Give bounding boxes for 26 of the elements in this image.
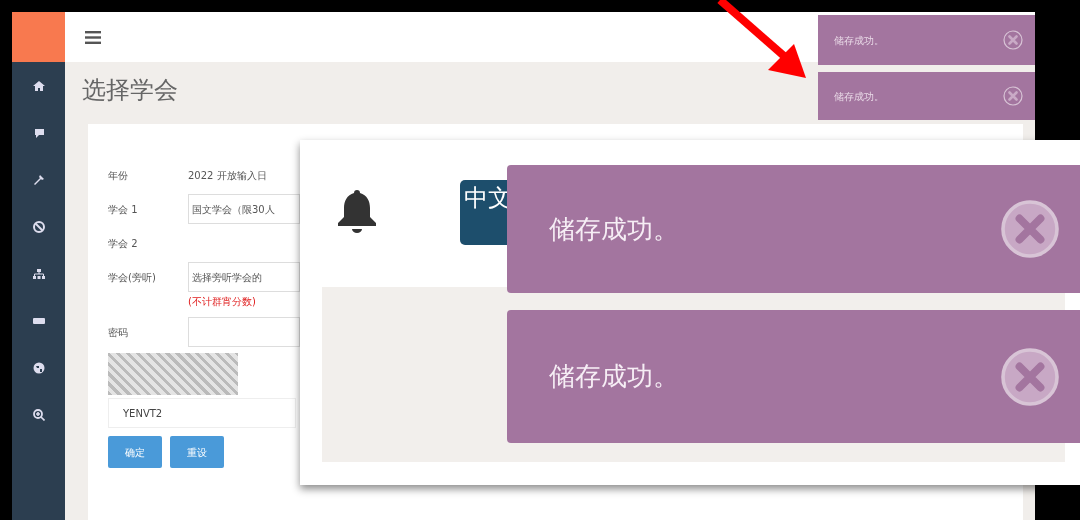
field-label: 密码 [108, 325, 129, 340]
select-field[interactable]: 选择旁听学会的 [188, 262, 300, 292]
select-field[interactable]: 国文学会（限30人 [188, 194, 300, 224]
page-title: 选择学会 [82, 75, 178, 106]
chat-icon[interactable] [32, 127, 45, 139]
toast-message: 储存成功。 [549, 212, 679, 246]
field-label: 年份 [108, 168, 129, 183]
zoom-in-icon[interactable] [32, 409, 45, 421]
toast-message: 储存成功。 [834, 89, 884, 104]
field-note: (不计群宵分数) [188, 295, 257, 309]
toast-message: 储存成功。 [549, 360, 679, 393]
captcha-input-field[interactable]: YENVT2 [108, 398, 296, 428]
field-value: 2022 开放输入日 [188, 168, 267, 183]
tools-icon[interactable] [32, 174, 45, 186]
globe-icon[interactable] [32, 362, 45, 374]
field-label: 学会 1 [108, 202, 139, 217]
menu-icon[interactable] [85, 30, 101, 44]
sitemap-icon[interactable] [32, 268, 45, 280]
bell-icon[interactable] [336, 187, 378, 233]
field-label: 学会 2 [108, 236, 139, 251]
ban-icon[interactable] [32, 221, 45, 233]
input-field[interactable] [188, 317, 300, 347]
field-label: 学会(旁听) [108, 270, 157, 285]
home-icon[interactable] [32, 80, 45, 92]
brand-block [12, 12, 65, 62]
toast-message: 储存成功。 [834, 33, 884, 48]
